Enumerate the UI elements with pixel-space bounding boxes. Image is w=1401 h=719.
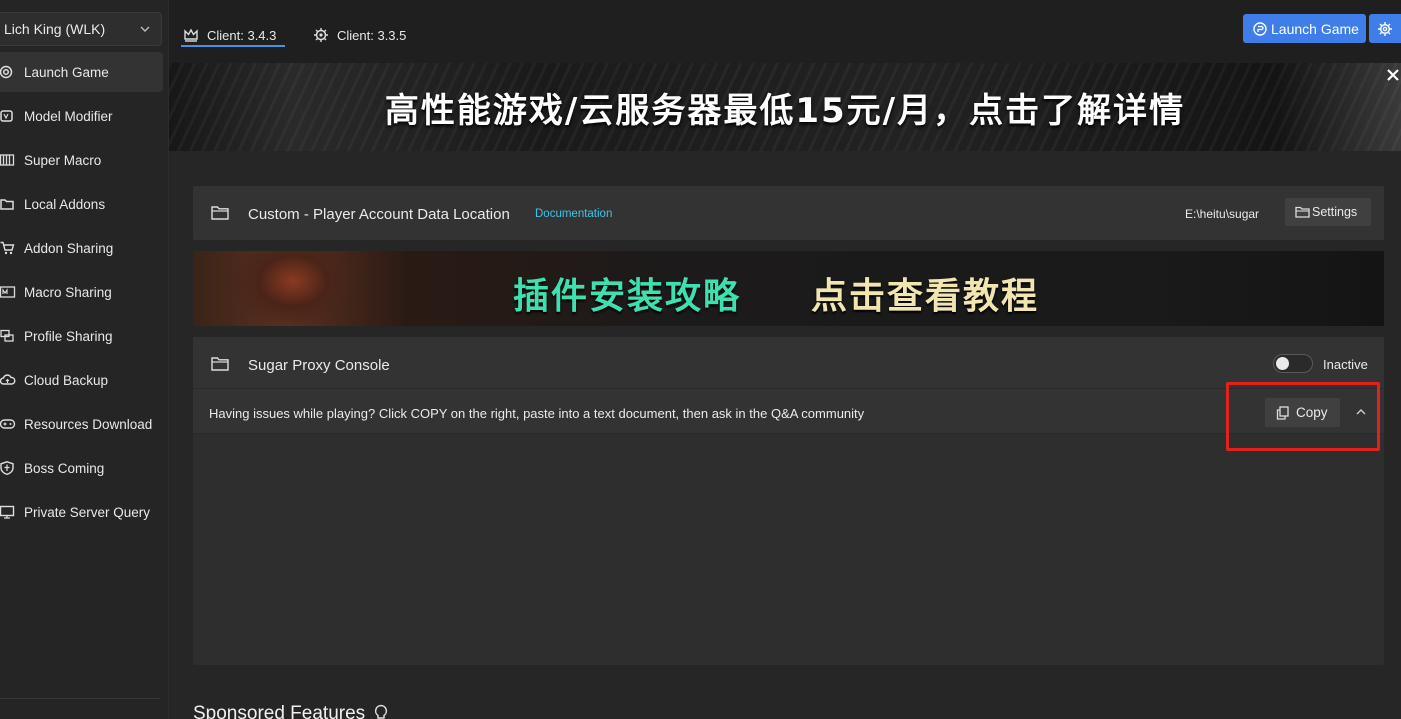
- copy-label: Copy: [1296, 405, 1328, 420]
- monitor-icon: [0, 505, 15, 519]
- tab-label: Client: 3.3.5: [337, 27, 407, 43]
- sidebar-item-macro-sharing[interactable]: Macro Sharing: [0, 272, 163, 312]
- launch-icon: [0, 65, 13, 79]
- macro-icon: [0, 154, 15, 166]
- cart-icon: [0, 241, 15, 255]
- sidebar-item-private-server-query[interactable]: Private Server Query: [0, 492, 163, 532]
- game-version-label: Lich King (WLK): [4, 21, 106, 37]
- launch-game-label: Launch Game: [1271, 20, 1359, 37]
- settings-button[interactable]: Settings: [1285, 198, 1371, 226]
- sidebar-item-addon-sharing[interactable]: Addon Sharing: [0, 228, 163, 268]
- sidebar-item-label: Launch Game: [24, 65, 109, 80]
- tab-client-335[interactable]: Client: 3.3.5: [313, 22, 406, 48]
- proxy-toggle[interactable]: [1273, 354, 1313, 373]
- promo-banner-text: 高性能游戏/云服务器最低15元/月，点击了解详情: [384, 90, 1186, 131]
- sidebar-item-launch-game[interactable]: Launch Game: [0, 52, 163, 92]
- proxy-console-title: Sugar Proxy Console: [248, 357, 390, 374]
- sidebar-item-label: Boss Coming: [24, 461, 105, 476]
- sidebar-item-resources-download[interactable]: Resources Download: [0, 404, 163, 444]
- banner-art: [233, 251, 353, 326]
- cloud-icon: [0, 374, 16, 385]
- folder-icon: [0, 199, 14, 210]
- model-icon: [0, 110, 13, 122]
- main-content: 高性能游戏/云服务器最低15元/月，点击了解详情 Custom - Player…: [169, 63, 1401, 719]
- sidebar-item-label: Profile Sharing: [24, 329, 113, 344]
- chevron-up-icon[interactable]: [1355, 406, 1367, 418]
- macro-share-icon: [0, 286, 16, 298]
- proxy-console-card: Sugar Proxy Console Inactive Having issu…: [193, 337, 1384, 665]
- sponsored-features-heading: Sponsored Features: [193, 703, 389, 719]
- account-data-card: Custom - Player Account Data Location Do…: [193, 186, 1384, 240]
- folder-icon: [211, 206, 229, 220]
- sidebar-item-label: Local Addons: [24, 197, 106, 212]
- sidebar-item-profile-sharing[interactable]: Profile Sharing: [0, 316, 163, 356]
- launch-game-button[interactable]: Launch Game: [1243, 14, 1366, 43]
- crown-icon: [184, 28, 198, 42]
- addon-guide-banner[interactable]: 插件安装攻略 点击查看教程: [193, 251, 1384, 326]
- proxy-console-header: Sugar Proxy Console Inactive: [193, 337, 1384, 388]
- tab-label: Client: 3.4.3: [207, 27, 277, 43]
- sidebar-item-label: Super Macro: [24, 153, 102, 168]
- sidebar-item-label: Addon Sharing: [24, 241, 114, 256]
- banner-text-primary: 插件安装攻略: [513, 276, 742, 317]
- gear-icon: [314, 28, 328, 42]
- profile-share-icon: [0, 329, 14, 342]
- shield-icon: [0, 461, 14, 475]
- proxy-help-message: Having issues while playing? Click COPY …: [209, 406, 865, 421]
- sidebar: Lich King (WLK) Launch Game Model Modifi…: [0, 0, 169, 719]
- sidebar-item-cloud-backup[interactable]: Cloud Backup: [0, 360, 163, 400]
- documentation-link[interactable]: Documentation: [535, 208, 612, 220]
- toggle-knob: [1276, 357, 1289, 370]
- settings-gear-button[interactable]: [1369, 14, 1401, 43]
- folder-icon: [1295, 206, 1310, 218]
- sidebar-item-label: Macro Sharing: [24, 285, 112, 300]
- proxy-status: Inactive: [1323, 357, 1368, 372]
- promo-banner-top[interactable]: 高性能游戏/云服务器最低15元/月，点击了解详情: [169, 63, 1401, 151]
- proxy-help-row: Having issues while playing? Click COPY …: [193, 388, 1384, 434]
- account-data-path: E:\heitu\sugar: [1185, 207, 1260, 221]
- sidebar-item-label: Private Server Query: [24, 505, 151, 520]
- copy-button[interactable]: Copy: [1265, 398, 1340, 427]
- active-tab-indicator: [181, 45, 285, 47]
- chevron-down-icon: [140, 26, 150, 32]
- sidebar-item-label: Resources Download: [24, 417, 153, 432]
- sidebar-item-label: Model Modifier: [24, 109, 113, 124]
- sidebar-divider: [0, 698, 160, 699]
- account-card-title: Custom - Player Account Data Location: [248, 206, 510, 223]
- sidebar-item-super-macro[interactable]: Super Macro: [0, 140, 163, 180]
- top-bar: Client: 3.4.3 Client: 3.3.5 Launch Game: [169, 0, 1401, 63]
- launch-icon: [1253, 21, 1267, 36]
- gamepad-icon: [0, 419, 16, 429]
- close-icon[interactable]: [1385, 67, 1401, 83]
- sidebar-item-local-addons[interactable]: Local Addons: [0, 184, 163, 224]
- sidebar-item-model-modifier[interactable]: Model Modifier: [0, 96, 163, 136]
- lightbulb-icon: [375, 704, 388, 719]
- sidebar-item-label: Cloud Backup: [24, 373, 109, 388]
- banner-text-secondary: 点击查看教程: [811, 276, 1040, 317]
- sidebar-item-boss-coming[interactable]: Boss Coming: [0, 448, 163, 488]
- folder-icon: [211, 357, 229, 371]
- sidebar-nav: Launch Game Model Modifier Super Macro L…: [0, 52, 163, 536]
- settings-label: Settings: [1312, 205, 1358, 219]
- sponsored-title: Sponsored Features: [193, 703, 366, 719]
- copy-icon: [1276, 405, 1289, 420]
- game-version-select[interactable]: Lich King (WLK): [0, 12, 162, 46]
- gear-icon: [1378, 21, 1392, 36]
